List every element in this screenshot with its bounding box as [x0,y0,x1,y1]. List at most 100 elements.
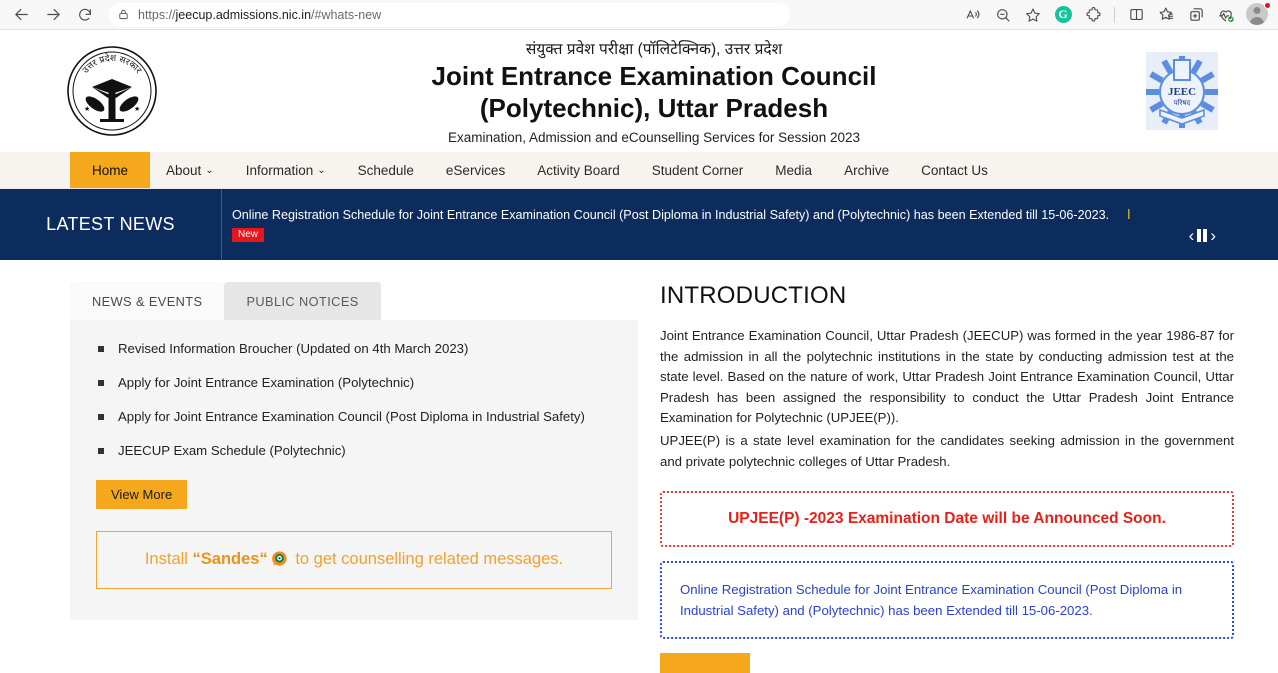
browser-toolbar: https://jeecup.admissions.nic.in/#whats-… [0,0,1278,30]
header-subtitle: Examination, Admission and eCounselling … [448,129,860,145]
ticker-text[interactable]: Online Registration Schedule for Joint E… [232,207,1278,224]
nav-item-contact-us[interactable]: Contact Us [905,152,1004,188]
sandes-prefix: Install [144,549,193,568]
url-text: https://jeecup.admissions.nic.in/#whats-… [138,8,381,22]
ticker-prev-button[interactable]: ‹ [1189,227,1195,244]
site-header: उत्तर प्रदेश सरकार ★ ★ संयुक्त प्रवेश पर… [0,30,1278,152]
forward-arrow-icon[interactable] [38,2,68,28]
nav-item-home[interactable]: Home [70,152,151,188]
back-arrow-icon[interactable] [6,2,36,28]
header-titles: संयुक्त प्रवेश परीक्षा (पॉलिटेक्निक), उत… [162,37,1146,144]
svg-text:JEEC: JEEC [1168,86,1196,98]
nav-item-schedule[interactable]: Schedule [342,152,430,188]
news-tabs: NEWS & EVENTS PUBLIC NOTICES [70,282,638,320]
introduction-paragraph-1: Joint Entrance Examination Council, Utta… [660,328,1234,426]
nav-label: Contact Us [921,162,988,178]
sandes-brand: Sandes [200,549,260,568]
page-title-line1: Joint Entrance Examination Council [431,61,877,92]
bottom-orange-button[interactable] [660,653,750,673]
pause-icon[interactable] [1197,229,1208,242]
page-title: Joint Entrance Examination Council (Poly… [172,61,1136,124]
registration-extension-notice[interactable]: Online Registration Schedule for Joint E… [660,561,1234,640]
registration-extension-text: Online Registration Schedule for Joint E… [680,582,1183,619]
grammarly-extension-icon[interactable]: G [1049,2,1077,28]
collections-icon[interactable] [1152,2,1180,28]
read-aloud-icon[interactable] [959,2,987,28]
list-item[interactable]: Apply for Joint Entrance Examination Cou… [96,408,612,425]
new-badge: New [232,228,265,242]
up-government-emblem: उत्तर प्रदेश सरकार ★ ★ [62,41,162,141]
ticker-next-button[interactable]: › [1210,227,1216,244]
left-column: NEWS & EVENTS PUBLIC NOTICES Revised Inf… [70,282,638,673]
sandes-quote-close: “ [259,549,268,568]
exam-date-notice-text: UPJEE(P) -2023 Examination Date will be … [728,510,1166,528]
nav-item-student-corner[interactable]: Student Corner [636,152,760,188]
nav-label: Archive [844,162,890,178]
nav-item-archive[interactable]: Archive [828,152,905,188]
sandes-quote-open: “ [192,549,201,568]
list-item-label: Apply for Joint Entrance Examination Cou… [118,409,585,425]
latest-news-band: LATEST NEWS Online Registration Schedule… [0,189,1278,260]
nav-item-media[interactable]: Media [759,152,828,188]
lock-icon [118,8,129,21]
performance-heart-icon[interactable] [1212,2,1240,28]
tab-news-events[interactable]: NEWS & EVENTS [70,282,225,320]
profile-avatar-icon[interactable] [1246,1,1271,27]
list-item[interactable]: Apply for Joint Entrance Examination (Po… [96,374,612,391]
list-item-label: Apply for Joint Entrance Examination (Po… [118,375,415,391]
main-content: NEWS & EVENTS PUBLIC NOTICES Revised Inf… [0,260,1278,673]
browser-toolbar-icons: G [959,1,1272,28]
list-item[interactable]: JEECUP Exam Schedule (Polytechnic) [96,442,612,459]
jeec-logo: JEEC परिषद [1146,52,1218,130]
sandes-promo-box: Install “Sandes“ to get counselling rela… [96,530,612,589]
svg-text:★: ★ [134,105,140,113]
right-column: INTRODUCTION Joint Entrance Examination … [660,282,1234,673]
view-more-button[interactable]: View More [96,479,188,509]
sandes-app-icon [271,550,288,567]
news-ticker[interactable]: Online Registration Schedule for Joint E… [222,189,1278,260]
nav-label: Schedule [357,162,414,178]
svg-text:★: ★ [84,105,90,113]
nav-item-eservices[interactable]: eServices [430,152,521,188]
nav-item-activity-board[interactable]: Activity Board [521,152,636,188]
nav-label: Home [92,162,129,178]
grammarly-logo: G [1054,6,1072,23]
page-title-line2: (Polytechnic), Uttar Pradesh [479,93,829,123]
ticker-controls: ‹ › [1189,227,1216,244]
nav-label: About [166,162,202,178]
introduction-title: INTRODUCTION [660,282,847,309]
toolbar-divider [1114,6,1115,23]
list-item[interactable]: Revised Information Broucher (Updated on… [96,340,612,357]
exam-date-notice: UPJEE(P) -2023 Examination Date will be … [660,491,1234,548]
split-screen-icon[interactable] [1122,2,1150,28]
star-favorite-icon[interactable] [1019,2,1047,28]
nav-label: Activity Board [537,162,620,178]
news-events-panel: Revised Information Broucher (Updated on… [70,320,638,620]
news-list: Revised Information Broucher (Updated on… [96,340,612,460]
nav-item-information[interactable]: Information ⌄ [230,152,342,188]
ticker-tail-glyph: ا [1127,207,1131,222]
browser-nav-buttons [6,2,100,28]
latest-news-label: LATEST NEWS [0,189,222,260]
nav-label: eServices [445,162,506,178]
nav-label: Media [775,162,813,178]
introduction-paragraph-2: UPJEE(P) is a state level examination fo… [660,432,1234,469]
tab-label: NEWS & EVENTS [92,294,203,309]
zoom-out-icon[interactable] [989,2,1017,28]
nav-label: Student Corner [651,162,744,178]
nav-label: Information [245,162,314,178]
sandes-suffix: to get counselling related messages. [290,549,564,568]
list-item-label: Revised Information Broucher (Updated on… [118,341,469,356]
chevron-down-icon: ⌄ [205,164,214,176]
list-item-label: JEECUP Exam Schedule (Polytechnic) [118,443,346,459]
url-path: /#whats-new [311,7,382,22]
nav-item-about[interactable]: About ⌄ [150,152,230,188]
refresh-icon[interactable] [70,2,100,28]
extensions-puzzle-icon[interactable] [1079,2,1107,28]
svg-text:परिषद: परिषद [1174,98,1191,107]
add-tab-icon[interactable] [1182,2,1210,28]
url-host: jeecup.admissions.nic.in [175,7,312,22]
address-bar[interactable]: https://jeecup.admissions.nic.in/#whats-… [108,2,790,27]
hindi-title: संयुक्त प्रवेश परीक्षा (पॉलिटेक्निक), उत… [525,41,783,59]
tab-public-notices[interactable]: PUBLIC NOTICES [224,282,381,320]
